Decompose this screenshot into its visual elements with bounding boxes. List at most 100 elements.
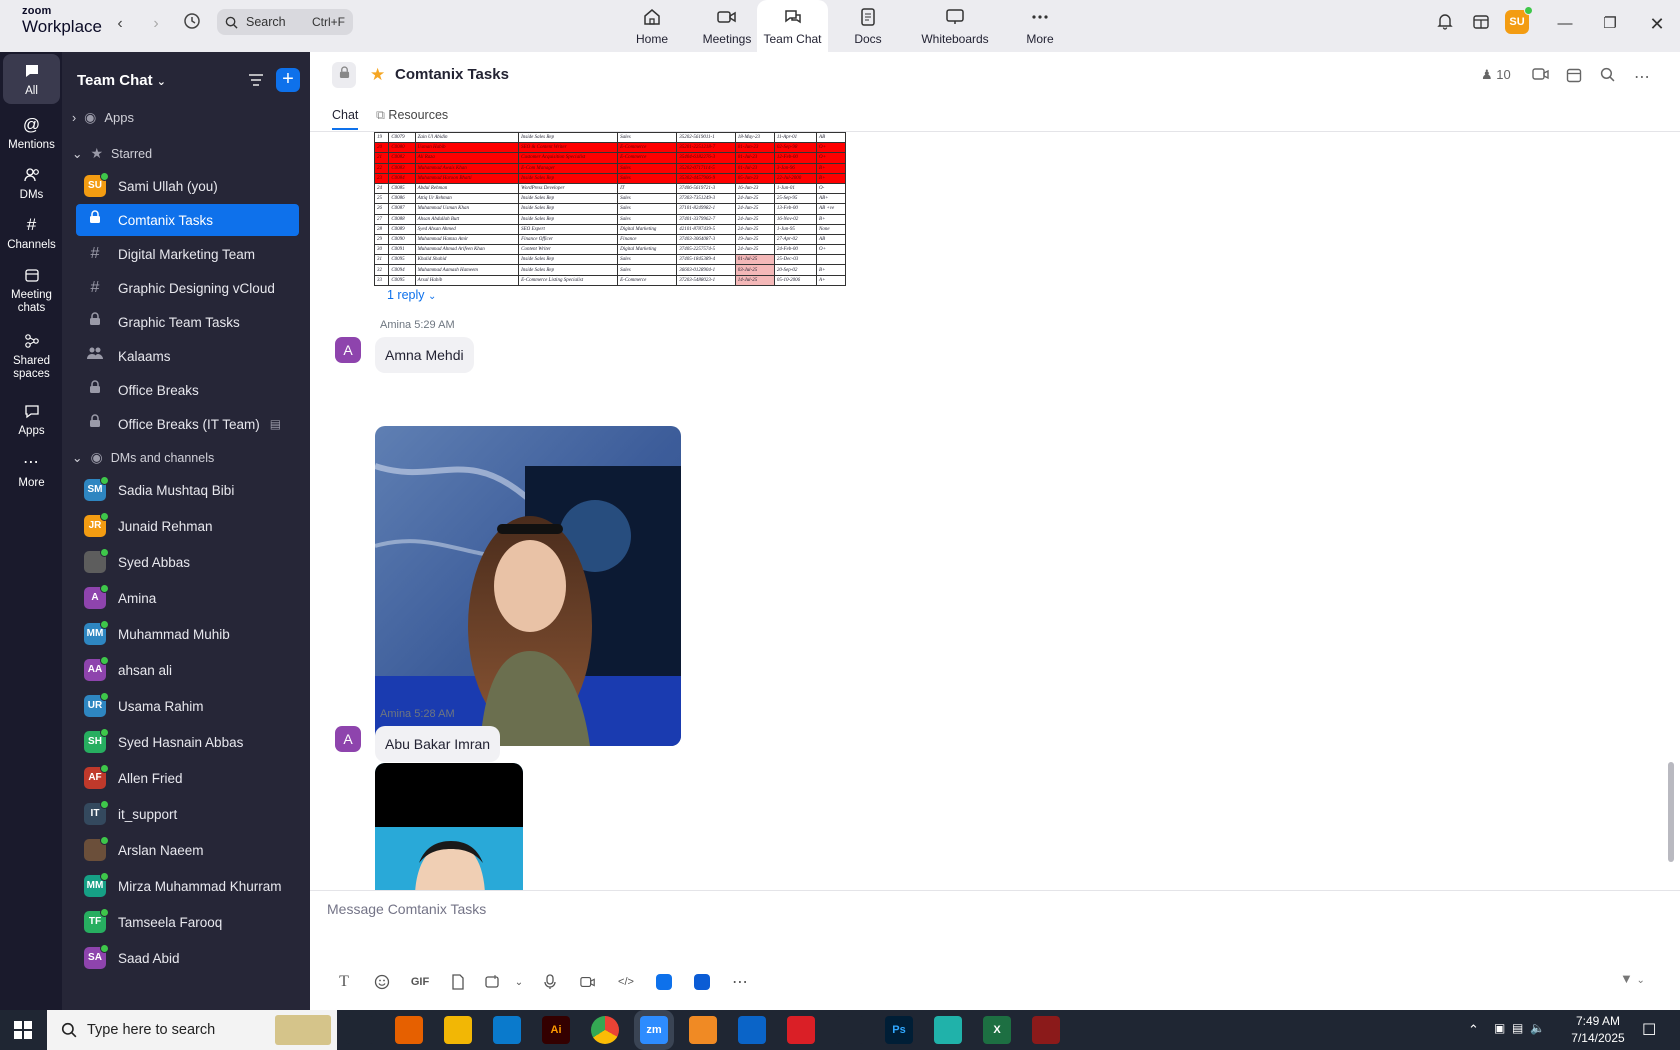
winrar-icon[interactable] bbox=[1032, 1016, 1060, 1044]
user-avatar[interactable]: SU bbox=[1505, 6, 1533, 34]
rail-meeting-chats[interactable]: Meeting chats bbox=[3, 264, 60, 314]
nav-tab-team-chat[interactable]: Team Chat bbox=[757, 0, 828, 52]
sidebar-item-comtanix-tasks[interactable]: Comtanix Tasks bbox=[76, 204, 299, 236]
message-photo[interactable] bbox=[375, 426, 681, 746]
calendar-gift-icon[interactable] bbox=[1469, 12, 1493, 36]
tray-icons[interactable]: ▣ ▤ 🔈 bbox=[1494, 1021, 1545, 1035]
search-icon[interactable] bbox=[1600, 67, 1615, 85]
notification-icon[interactable]: ☐ bbox=[1642, 1020, 1656, 1040]
channel-title[interactable]: Comtanix Tasks bbox=[395, 66, 509, 83]
pen-icon[interactable] bbox=[836, 1016, 864, 1044]
avatar[interactable]: A bbox=[335, 337, 361, 363]
task-view-icon[interactable] bbox=[346, 1016, 374, 1044]
sidebar-item-dm[interactable]: SH Syed Hasnain Abbas bbox=[76, 726, 299, 758]
emoji-icon[interactable] bbox=[363, 969, 401, 995]
screenshot-icon[interactable] bbox=[477, 969, 507, 995]
more-dots-icon[interactable]: ⋯ bbox=[1634, 67, 1650, 87]
windows-start-icon[interactable] bbox=[14, 1021, 32, 1042]
sidebar-item-dm[interactable]: UR Usama Rahim bbox=[76, 690, 299, 722]
photoshop-icon[interactable]: Ps bbox=[885, 1016, 913, 1044]
sidebar-item-office-breaks-it[interactable]: Office Breaks (IT Team) ▤ bbox=[76, 408, 299, 440]
sidebar-item-office-breaks[interactable]: Office Breaks bbox=[76, 374, 299, 406]
filter-icon[interactable] bbox=[246, 70, 266, 90]
taskbar-search[interactable]: Type here to search bbox=[47, 1010, 337, 1050]
star-icon[interactable]: ★ bbox=[370, 65, 385, 85]
nav-tab-docs[interactable]: Docs bbox=[836, 0, 900, 52]
search-input[interactable]: Search Ctrl+F bbox=[217, 9, 353, 35]
scrollbar[interactable] bbox=[1668, 762, 1674, 862]
section-starred[interactable]: ⌄ ★ Starred bbox=[72, 145, 152, 162]
tab-chat[interactable]: Chat bbox=[332, 108, 359, 130]
rail-channels[interactable]: # Channels bbox=[3, 214, 60, 252]
history-icon[interactable] bbox=[180, 12, 204, 36]
sidebar-item-graphic-team-tasks[interactable]: Graphic Team Tasks bbox=[76, 306, 299, 338]
sender-name[interactable]: Amina bbox=[380, 319, 411, 331]
sidebar-item-dm[interactable]: SM Sadia Mushtaq Bibi bbox=[76, 474, 299, 506]
sidebar-item-dm[interactable]: JR Junaid Rehman bbox=[76, 510, 299, 542]
sender-name[interactable]: Amina bbox=[380, 708, 411, 720]
sidebar-item-digital-marketing-team[interactable]: # Digital Marketing Team bbox=[76, 238, 299, 270]
sidebar-item-dm[interactable]: A Amina bbox=[76, 582, 299, 614]
back-arrow-icon[interactable]: ‹ bbox=[108, 12, 132, 36]
rail-mentions[interactable]: @ Mentions bbox=[3, 114, 60, 152]
nav-tab-whiteboards[interactable]: Whiteboards bbox=[912, 0, 998, 52]
app-whiteboard-icon[interactable] bbox=[683, 969, 721, 995]
message-bubble[interactable]: Abu Bakar Imran bbox=[375, 726, 501, 762]
section-apps[interactable]: › ◉ Apps bbox=[72, 109, 134, 126]
chrome-icon[interactable] bbox=[591, 1016, 619, 1044]
spreadsheet-image[interactable]: 19 C0079 Zain Ul Abidin Inside Sales Rep Sal… bbox=[373, 132, 846, 286]
calendar-icon[interactable] bbox=[1566, 67, 1582, 86]
excel-icon[interactable]: X bbox=[983, 1016, 1011, 1044]
sidebar-item-dm[interactable]: IT it_support bbox=[76, 798, 299, 830]
app2-icon[interactable] bbox=[934, 1016, 962, 1044]
vscode-icon[interactable] bbox=[493, 1016, 521, 1044]
minimize-icon[interactable]: — bbox=[1550, 12, 1580, 36]
new-chat-button[interactable]: + bbox=[276, 68, 300, 92]
file-explorer-icon[interactable] bbox=[444, 1016, 472, 1044]
rail-apps[interactable]: Apps bbox=[3, 400, 60, 438]
creative-cloud-icon[interactable] bbox=[787, 1016, 815, 1044]
gif-button[interactable]: GIF bbox=[401, 969, 439, 995]
rail-all[interactable]: All bbox=[3, 54, 60, 104]
video-call-icon[interactable] bbox=[1532, 67, 1550, 84]
forward-arrow-icon[interactable]: › bbox=[144, 12, 168, 36]
video-message-icon[interactable] bbox=[569, 969, 607, 995]
microphone-icon[interactable] bbox=[531, 969, 569, 995]
sidebar-title[interactable]: Team Chat ⌄ bbox=[77, 72, 166, 89]
reply-link[interactable]: 1 reply ⌄ bbox=[387, 288, 436, 302]
outlook-icon[interactable] bbox=[738, 1016, 766, 1044]
member-count[interactable]: ♟ 10 bbox=[1481, 67, 1511, 83]
file-icon[interactable] bbox=[439, 969, 477, 995]
tab-resources[interactable]: ⧉ Resources bbox=[376, 108, 448, 123]
sidebar-item-dm[interactable]: MM Mirza Muhammad Khurram bbox=[76, 870, 299, 902]
nav-tab-home[interactable]: Home bbox=[620, 0, 684, 52]
close-icon[interactable]: ✕ bbox=[1642, 12, 1672, 36]
zoom-icon[interactable]: zm bbox=[640, 1016, 668, 1044]
zoom-logo[interactable]: zoom Workplace bbox=[22, 6, 102, 36]
sidebar-item-dm[interactable]: TF Tamseela Farooq bbox=[76, 906, 299, 938]
sidebar-item-dm[interactable]: MM Muhammad Muhib bbox=[76, 618, 299, 650]
nav-tab-more[interactable]: More bbox=[1008, 0, 1072, 52]
tray-chevron-icon[interactable]: ⌃ bbox=[1468, 1022, 1479, 1038]
maximize-icon[interactable]: ❐ bbox=[1595, 12, 1625, 36]
nav-tab-meetings[interactable]: Meetings bbox=[690, 0, 764, 52]
sidebar-item-sami-ullah[interactable]: SU Sami Ullah (you) bbox=[76, 170, 299, 202]
send-options-icon[interactable]: ▼ ⌄ bbox=[1620, 971, 1645, 986]
app-icon[interactable] bbox=[689, 1016, 717, 1044]
sidebar-item-dm[interactable]: SA Saad Abid bbox=[76, 942, 299, 974]
sidebar-item-dm[interactable]: Syed Abbas bbox=[76, 546, 299, 578]
text-format-icon[interactable]: T bbox=[325, 969, 363, 995]
message-bubble[interactable]: Amna Mehdi bbox=[375, 337, 474, 373]
code-icon[interactable]: </> bbox=[607, 969, 645, 995]
compose-box[interactable]: Message Comtanix Tasks T GIF ⌄ </> ⋯ ▼ ⌄ bbox=[310, 890, 1680, 1010]
section-dms-and-channels[interactable]: ⌄ ◉ DMs and channels bbox=[72, 449, 214, 466]
firefox-icon[interactable] bbox=[395, 1016, 423, 1044]
sidebar-item-dm[interactable]: Arslan Naeem bbox=[76, 834, 299, 866]
message-photo[interactable] bbox=[375, 763, 523, 890]
clock[interactable]: 7:49 AM 7/14/2025 bbox=[1568, 1013, 1628, 1047]
rail-shared-spaces[interactable]: Shared spaces bbox=[3, 330, 60, 380]
chevron-down-icon[interactable]: ⌄ bbox=[507, 969, 531, 995]
sidebar-item-graphic-designing-vcloud[interactable]: # Graphic Designing vCloud bbox=[76, 272, 299, 304]
sidebar-item-dm[interactable]: AA ahsan ali bbox=[76, 654, 299, 686]
bell-icon[interactable] bbox=[1433, 12, 1457, 36]
